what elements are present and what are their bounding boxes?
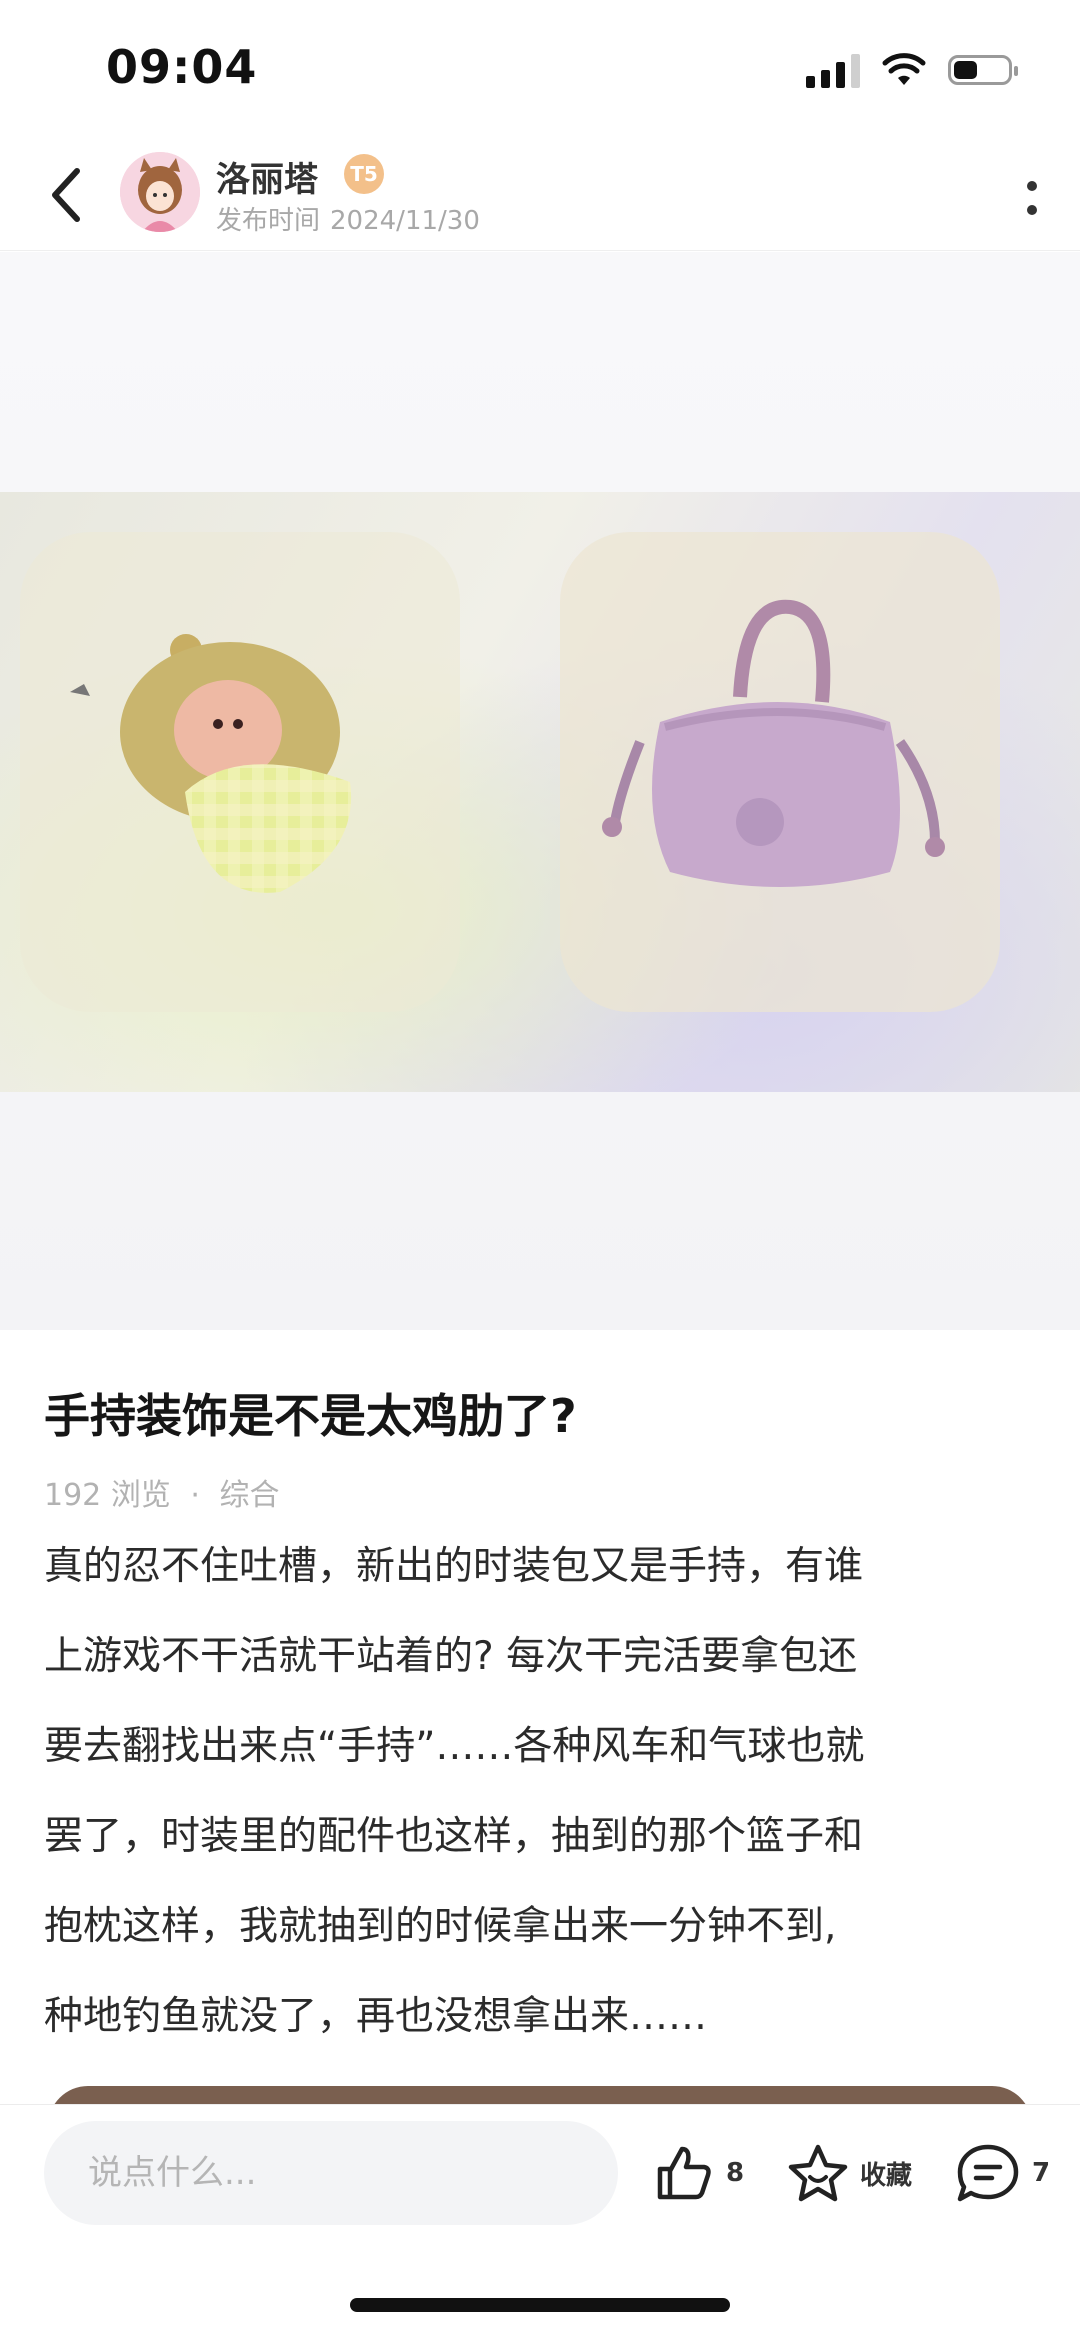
comment-count: 7 bbox=[1032, 2158, 1051, 2188]
like-icon bbox=[657, 2146, 711, 2200]
publish-info: 发布时间 2024/11/30 bbox=[216, 200, 490, 237]
post-photo-illustration bbox=[20, 532, 1000, 1012]
comment-icon bbox=[957, 2144, 1019, 2202]
post-body-line: 上游戏不干活就干站着的? 每次干完活要拿包还 bbox=[44, 1634, 858, 1679]
publish-label: 发布时间 bbox=[216, 206, 321, 236]
status-time: 09:04 bbox=[106, 40, 258, 94]
post-title: 手持装饰是不是太鸡肋了? bbox=[44, 1389, 577, 1443]
view-label: 浏览 bbox=[110, 1478, 171, 1513]
battery-fill bbox=[954, 61, 977, 79]
status-icons bbox=[806, 52, 1018, 88]
meta-separator: · bbox=[190, 1478, 200, 1513]
post-body-line: 罢了，时装里的配件也这样，抽到的那个篮子和 bbox=[44, 1814, 864, 1859]
post-body-line: 抱枕这样，我就抽到的时候拿出来一分钟不到, bbox=[44, 1904, 837, 1949]
more-options-button[interactable] bbox=[1012, 168, 1052, 228]
favorite-button[interactable]: 收藏 bbox=[786, 2139, 912, 2207]
view-count: 192 bbox=[44, 1478, 102, 1513]
cellular-signal-icon bbox=[806, 52, 860, 88]
post-meta: 192 浏览 · 综合 bbox=[44, 1470, 279, 1514]
post-body: 真的忍不住吐槽，新出的时装包又是手持，有谁 上游戏不干活就干站着的? 每次干完活… bbox=[44, 1522, 1036, 2062]
post-body-line: 真的忍不住吐槽，新出的时装包又是手持，有谁 bbox=[44, 1544, 864, 1589]
favorite-label: 收藏 bbox=[860, 2160, 913, 2191]
star-icon bbox=[788, 2144, 848, 2202]
battery-icon bbox=[948, 55, 1018, 85]
post-header: 洛丽塔 T5 发布时间 2024/11/30 bbox=[0, 140, 1080, 251]
back-arrow-icon bbox=[52, 168, 80, 222]
author-level-badge: T5 bbox=[344, 154, 384, 194]
post-body-line: 种地钓鱼就没了，再也没想拿出来…… bbox=[44, 1994, 708, 2039]
avatar-image bbox=[120, 152, 200, 232]
post-photo[interactable] bbox=[0, 492, 1080, 1092]
author-name[interactable]: 洛丽塔 bbox=[216, 152, 318, 201]
publish-date: 2024/11/30 bbox=[330, 206, 480, 236]
like-button[interactable]: 8 bbox=[652, 2139, 744, 2207]
status-bar: 09:04 bbox=[0, 0, 1080, 140]
author-avatar[interactable] bbox=[120, 152, 200, 232]
more-vertical-icon bbox=[1027, 181, 1037, 215]
back-button[interactable] bbox=[36, 160, 96, 230]
home-indicator[interactable] bbox=[350, 2298, 730, 2312]
comment-button[interactable]: 7 bbox=[954, 2139, 1050, 2207]
wifi-icon bbox=[882, 53, 926, 85]
post-category[interactable]: 综合 bbox=[219, 1478, 279, 1513]
comment-input[interactable] bbox=[44, 2121, 618, 2225]
like-count: 8 bbox=[726, 2158, 745, 2188]
post-image-area[interactable] bbox=[0, 252, 1080, 1330]
post-body-line: 要去翻找出来点“手持”……各种风车和气球也就 bbox=[44, 1724, 865, 1769]
